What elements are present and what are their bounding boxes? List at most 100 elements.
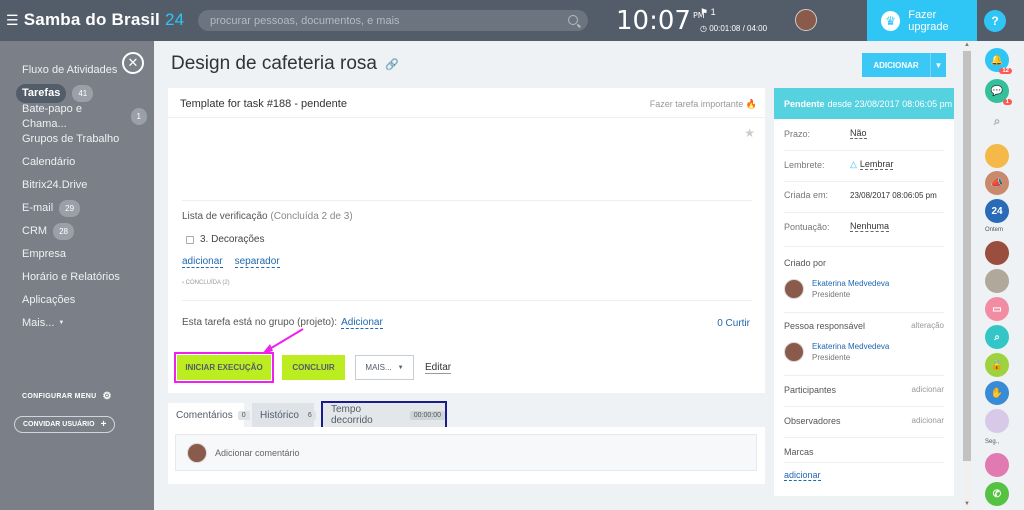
divider <box>784 212 944 213</box>
sidebar-item-aplicacoes[interactable]: Aplicações <box>22 289 147 312</box>
config-menu-button[interactable]: CONFIGURAR MENU ⚙ <box>22 391 112 402</box>
bell-icon[interactable]: 🔔 12 <box>985 48 1012 74</box>
plus-icon: + <box>100 419 107 430</box>
responsible-name[interactable]: Ekaterina Medvedeva <box>812 341 889 352</box>
checkbox[interactable] <box>186 235 194 244</box>
complete-button[interactable]: CONCLUIR <box>282 355 345 380</box>
phone-icon[interactable]: ✆ <box>985 482 1009 506</box>
tab-history[interactable]: Histórico 6 <box>252 403 316 427</box>
tab-elapsed-time[interactable]: Tempo decorrido 00:00:00 <box>321 401 447 429</box>
responsible-person[interactable]: Ekaterina Medvedeva Presidente <box>784 341 889 363</box>
scrollbar-thumb[interactable] <box>963 51 971 461</box>
bitrix24-icon[interactable]: 24 <box>985 199 1009 223</box>
brand-suffix: 24 <box>164 10 185 29</box>
sidebar-item-label: Bitrix24.Drive <box>22 179 88 191</box>
sidebar-item-chat[interactable]: Bate-papo e Chama... 1 <box>22 103 147 130</box>
like-link[interactable]: 0 Curtir <box>717 318 750 329</box>
creator-person[interactable]: Ekaterina Medvedeva Presidente <box>784 278 889 300</box>
checklist-label: Lista de verificação <box>182 211 268 222</box>
chevron-down-icon[interactable]: ▼ <box>930 53 946 77</box>
sidebar-nav: Fluxo de Atividades Tarefas 41 Bate-papo … <box>16 59 147 335</box>
scroll-down-icon[interactable]: ▼ <box>964 501 970 507</box>
checklist-links: adicionar separador <box>182 256 292 268</box>
add-button[interactable]: ADICIONAR ▼ <box>862 53 946 77</box>
search-bar[interactable] <box>198 10 588 31</box>
contact-avatar[interactable] <box>985 241 1009 265</box>
close-icon[interactable]: ✕ <box>122 52 144 74</box>
sidebar-item-label: Empresa <box>22 248 67 260</box>
work-timer[interactable]: ◷ 00:01:08 / 04:00 <box>700 24 767 33</box>
sidebar-badge: 41 <box>72 85 94 102</box>
divider <box>784 312 944 313</box>
chat-group-icon[interactable]: ▭ <box>985 297 1009 321</box>
megaphone-icon[interactable]: 📣 <box>985 171 1009 195</box>
sidebar-item-label: E-mail <box>22 202 54 214</box>
edit-link[interactable]: Editar <box>425 362 452 374</box>
score-value[interactable]: Nenhuma <box>850 221 890 232</box>
search-icon[interactable]: ⌕ <box>985 109 1009 133</box>
divider <box>784 181 944 182</box>
menu-icon[interactable]: ☰ <box>6 12 19 29</box>
add-tag-link[interactable]: adicionar <box>784 470 821 481</box>
deadline-value[interactable]: Não <box>850 128 867 139</box>
upgrade-button[interactable]: ♛ Fazer upgrade <box>867 0 977 41</box>
score-label: Pontuação: <box>784 221 830 232</box>
group-search-icon[interactable]: ⌕ <box>985 325 1009 349</box>
sidebar-item-empresa[interactable]: Empresa <box>22 243 147 266</box>
contact-avatar[interactable] <box>985 453 1009 477</box>
lock-icon[interactable]: 🔒 <box>985 353 1009 377</box>
sidebar-item-email[interactable]: E-mail 29 <box>22 197 147 220</box>
checklist-progress: (Concluída 2 de 3) <box>270 211 353 222</box>
link-icon[interactable]: 🔗 <box>385 58 399 71</box>
invite-user-button[interactable]: CONVIDAR USUÁRIO + <box>14 416 116 433</box>
search-icon[interactable] <box>568 15 578 25</box>
comment-input[interactable]: Adicionar comentário <box>175 434 757 471</box>
timer-value: 00:01:08 / 04:00 <box>709 24 768 33</box>
search-input[interactable] <box>198 10 588 31</box>
checklist-item[interactable]: 3. Decorações <box>186 234 264 245</box>
clock[interactable]: 10:07 PM <box>616 6 705 36</box>
user-avatar[interactable] <box>795 9 817 31</box>
checklist-item-label: 3. Decorações <box>200 234 265 245</box>
help-button[interactable]: ? <box>984 10 1006 32</box>
more-button[interactable]: MAIS... ▼ <box>355 355 414 380</box>
star-icon[interactable]: ★ <box>744 126 755 140</box>
chat-icon[interactable]: 💬 1 <box>985 79 1012 105</box>
brand-logo[interactable]: ☰ Samba do Brasil 24 <box>6 10 184 30</box>
divider <box>784 437 944 438</box>
scroll-up-icon[interactable]: ▲ <box>964 42 970 48</box>
sidebar-item-crm[interactable]: CRM 28 <box>22 220 147 243</box>
sidebar-item-mais[interactable]: Mais... ▼ <box>22 312 147 335</box>
reminder-value[interactable]: Lembrar <box>859 159 894 170</box>
flag-counter[interactable]: ⚑ 1 <box>700 7 716 18</box>
tags-header: Marcas <box>784 447 944 457</box>
avatar <box>784 279 804 299</box>
creator-name[interactable]: Ekaterina Medvedeva <box>812 278 889 289</box>
contact-avatar[interactable] <box>985 144 1009 168</box>
sidebar-item-calendario[interactable]: Calendário <box>22 151 147 174</box>
checklist-separator-link[interactable]: separador <box>234 256 280 268</box>
scrollbar[interactable]: ▲ ▼ <box>962 41 972 510</box>
contact-avatar[interactable] <box>985 409 1009 433</box>
hand-icon[interactable]: ✋ <box>985 381 1009 405</box>
group-add-link[interactable]: Adicionar <box>341 317 383 329</box>
important-toggle[interactable]: Fazer tarefa importante 🔥 <box>650 99 757 110</box>
completed-toggle[interactable]: › CONCLUÍDA (2) <box>182 280 230 286</box>
responsible-role: Presidente <box>812 353 851 362</box>
sidebar-item-grupos[interactable]: Grupos de Trabalho <box>22 128 147 151</box>
change-responsible-link[interactable]: alteração <box>911 321 944 331</box>
tab-comments[interactable]: Comentários 0 <box>168 403 250 427</box>
chevron-down-icon: ▼ <box>58 320 65 326</box>
avatar <box>187 442 207 463</box>
sidebar-item-drive[interactable]: Bitrix24.Drive <box>22 174 147 197</box>
sidebar-item-label: Bate-papo e Chama... <box>22 102 82 130</box>
start-execution-button[interactable]: INICIAR EXECUÇÃO <box>174 352 274 383</box>
checklist-add-link[interactable]: adicionar <box>182 256 223 268</box>
task-details-panel: Pendente desde 23/08/2017 08:06:05 pm Pra… <box>774 88 954 496</box>
add-observer-link[interactable]: adicionar <box>912 416 944 426</box>
clock-icon: ◷ <box>700 24 707 33</box>
sidebar-item-horario[interactable]: Horário e Relatórios <box>22 266 147 289</box>
bell-icon: △ <box>850 159 857 169</box>
add-participant-link[interactable]: adicionar <box>912 385 944 395</box>
contact-avatar[interactable] <box>985 269 1009 293</box>
